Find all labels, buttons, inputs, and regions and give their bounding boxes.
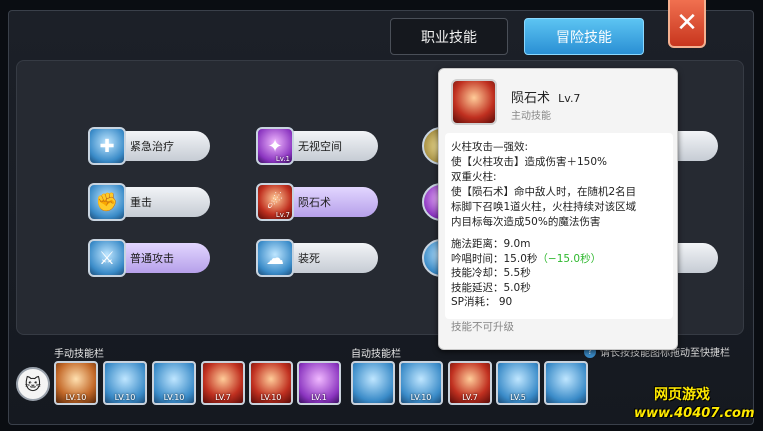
skill-label: 紧急治疗 [112,131,210,161]
stat-cast: 吟唱时间：15.0秒（−15.0秒） [451,252,602,265]
stat-delay: 技能延迟：5.0秒 [451,281,531,294]
tab-job-skills[interactable]: 职业技能 [390,18,508,55]
stat-sp: SP消耗： 90 [451,296,513,308]
manual-bar-label: 手动技能栏 [54,349,104,360]
auto-slot-guard[interactable]: LV.5 [496,361,540,405]
skill-item-ignore-space[interactable]: 无视空间 ✦ Lv.1 [256,127,380,165]
attack-icon: ⚔ [88,239,126,277]
auto-slot-light[interactable]: LV.10 [399,361,443,405]
auto-slot-heal[interactable] [351,361,395,405]
manual-slot-meteor[interactable]: LV.7 [201,361,245,405]
hidden-skill-pill[interactable] [678,131,718,161]
stat-range: 施法距离：9.0m [451,238,531,250]
desc-line: 火柱攻击—强效: [451,141,529,153]
tab-adventure-skills[interactable]: 冒险技能 [524,18,644,55]
tooltip-skill-level: Lv.7 [558,92,581,105]
stat-cast-bonus: （−15.0秒） [537,252,602,265]
skill-level: Lv.7 [275,211,290,219]
site-watermark: 网页游戏 www.40407.com [630,380,762,428]
skill-label: 普通攻击 [112,243,210,273]
stat-cooldown: 技能冷却：5.5秒 [451,267,531,279]
space-icon: ✦ Lv.1 [256,127,294,165]
skill-item-meteor[interactable]: 陨石术 ☄ Lv.7 [256,183,380,221]
avatar[interactable]: 🐱 [16,367,50,401]
tooltip-description: 火柱攻击—强效: 使【火柱攻击】造成伤害＋150% 双重火柱: 使【陨石术】命中… [451,140,669,230]
skill-item-heavy-strike[interactable]: 重击 ✊ [88,183,212,221]
skill-item-normal-attack[interactable]: 普通攻击 ⚔ [88,239,212,277]
tooltip-stats: 施法距离：9.0m 吟唱时间：15.0秒（−15.0秒） 技能冷却：5.5秒 技… [451,237,669,310]
skill-level: Lv.1 [275,155,290,163]
skill-item-emergency-heal[interactable]: 紧急治疗 ✚ [88,127,212,165]
desc-line: 使【陨石术】命中敌人时，在随机2名目 [451,186,637,198]
skill-label: 重击 [112,187,210,217]
watermark-title: 网页游戏 [654,387,710,403]
auto-slot-attack[interactable] [544,361,588,405]
strike-icon: ✊ [88,183,126,221]
desc-line: 双重火柱: [451,171,497,183]
tooltip-skill-name: 陨石术 [511,91,551,106]
meteor-icon: ☄ Lv.7 [256,183,294,221]
manual-slot-space[interactable]: LV.1 [297,361,341,405]
watermark-url: www.40407.com [634,406,755,421]
hidden-skill-pill[interactable] [678,243,718,273]
manual-slot-fire-wall[interactable]: LV.10 [249,361,293,405]
desc-line: 使【火柱攻击】造成伤害＋150% [451,156,608,168]
tooltip-skill-type: 主动技能 [511,111,551,122]
skill-item-play-dead[interactable]: 装死 ☁ [256,239,380,277]
close-button[interactable]: ✕ [668,0,706,48]
meteor-icon [451,79,497,125]
manual-slot-lightning[interactable]: LV.10 [152,361,196,405]
skill-label: 装死 [280,243,378,273]
close-icon: ✕ [676,8,698,38]
tooltip-footer: 技能不可升级 [451,321,514,333]
auto-slot-meteor[interactable]: LV.7 [448,361,492,405]
heal-icon: ✚ [88,127,126,165]
auto-bar-label: 自动技能栏 [351,349,401,360]
manual-slot-ice-ring[interactable]: LV.10 [103,361,147,405]
desc-line: 内目标每次造成50%的魔法伤害 [451,216,601,228]
skill-label: 无视空间 [280,131,378,161]
play-dead-icon: ☁ [256,239,294,277]
desc-line: 标脚下召唤1道火柱，火柱持续对该区域 [451,201,637,213]
manual-slot-fire-punch[interactable]: LV.10 [54,361,98,405]
skill-label: 陨石术 [280,187,378,217]
